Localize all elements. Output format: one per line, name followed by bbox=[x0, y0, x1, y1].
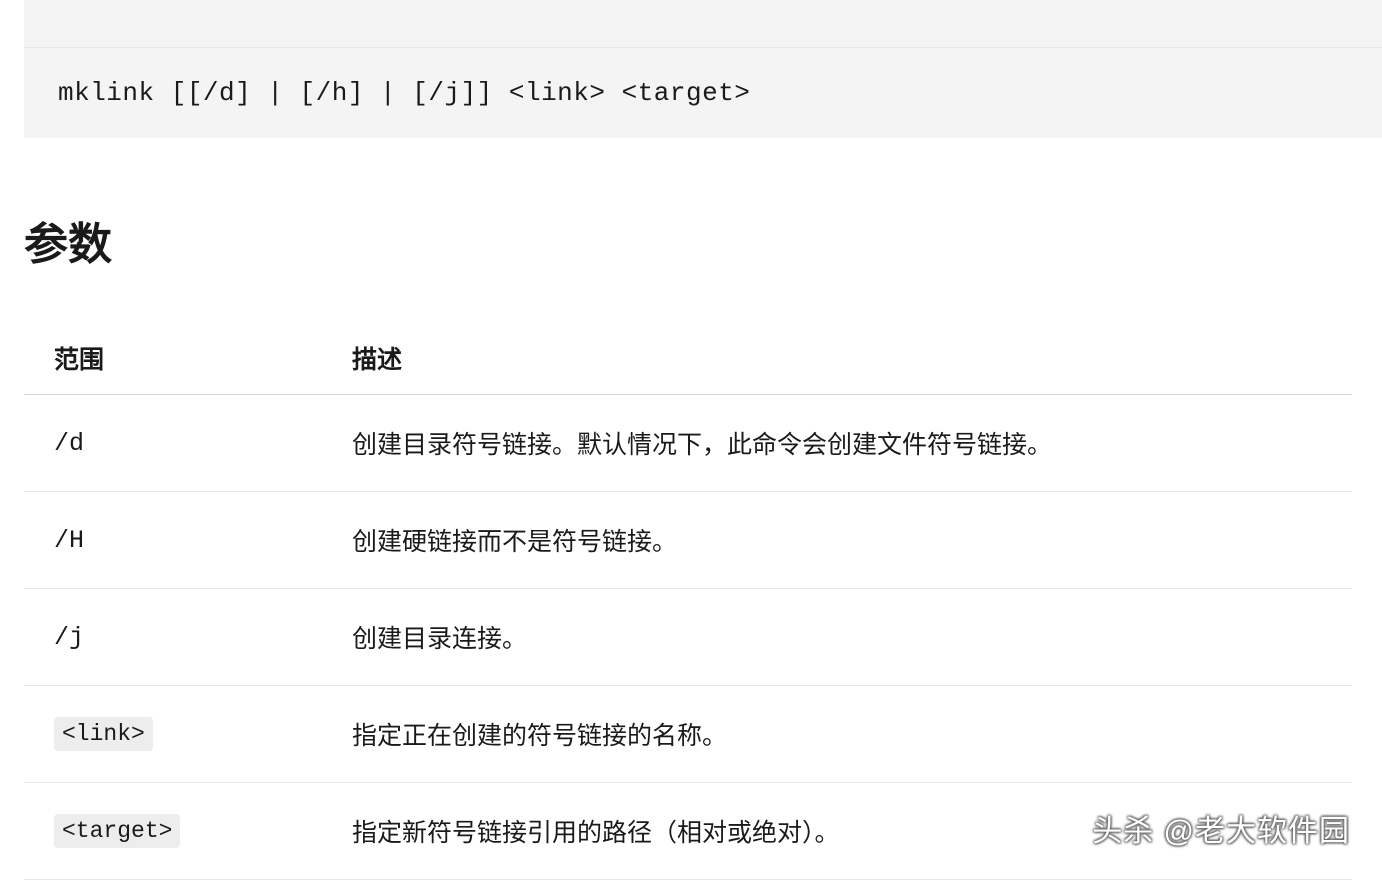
header-scope: 范围 bbox=[24, 322, 322, 395]
watermark-text: 头杀 @老大软件园 bbox=[1092, 806, 1350, 850]
param-cell: <link> bbox=[24, 686, 322, 783]
param-cell: <target> bbox=[24, 783, 322, 880]
table-row: <link> 指定正在创建的符号链接的名称。 bbox=[24, 686, 1352, 783]
param-cell: /d bbox=[24, 395, 322, 492]
desc-cell: 创建目录连接。 bbox=[322, 589, 1352, 686]
param-code-pill: <target> bbox=[54, 814, 180, 848]
table-row: /j 创建目录连接。 bbox=[24, 589, 1352, 686]
table-row: /H 创建硬链接而不是符号链接。 bbox=[24, 492, 1352, 589]
syntax-code-block: mklink [[/d] | [/h] | [/j]] <link> <targ… bbox=[24, 48, 1382, 138]
param-cell: /j bbox=[24, 589, 322, 686]
desc-cell: 指定正在创建的符号链接的名称。 bbox=[322, 686, 1352, 783]
top-spacer bbox=[24, 0, 1382, 48]
content-area: 参数 范围 描述 /d 创建目录符号链接。默认情况下，此命令会创建文件符号链接。… bbox=[0, 208, 1382, 880]
table-row: /d 创建目录符号链接。默认情况下，此命令会创建文件符号链接。 bbox=[24, 395, 1352, 492]
table-header-row: 范围 描述 bbox=[24, 322, 1352, 395]
desc-cell: 创建硬链接而不是符号链接。 bbox=[322, 492, 1352, 589]
param-code-pill: <link> bbox=[54, 717, 153, 751]
section-title-parameters: 参数 bbox=[24, 208, 1352, 272]
header-description: 描述 bbox=[322, 322, 1352, 395]
parameters-table: 范围 描述 /d 创建目录符号链接。默认情况下，此命令会创建文件符号链接。 /H… bbox=[24, 322, 1352, 880]
param-cell: /H bbox=[24, 492, 322, 589]
desc-cell: 创建目录符号链接。默认情况下，此命令会创建文件符号链接。 bbox=[322, 395, 1352, 492]
